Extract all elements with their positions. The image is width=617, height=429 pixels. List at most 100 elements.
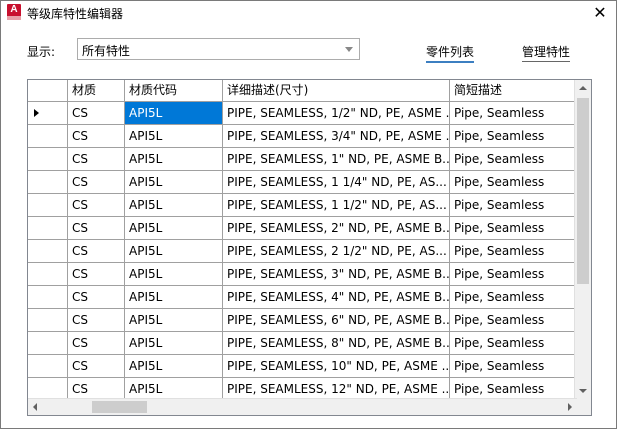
cell-material[interactable]: CS: [68, 286, 125, 309]
row-header[interactable]: [28, 309, 68, 332]
cell-material[interactable]: CS: [68, 309, 125, 332]
vertical-scroll-thumb[interactable]: [577, 98, 589, 284]
horizontal-scrollbar[interactable]: [28, 398, 577, 415]
display-filter-value: 所有特性: [82, 44, 131, 58]
cell-long-description[interactable]: PIPE, SEAMLESS, 1 1/4" ND, PE, AS...: [223, 171, 450, 194]
window-title: 等级库特性编辑器: [27, 7, 124, 21]
cell-short-description[interactable]: Pipe, Seamless: [450, 355, 578, 378]
table-row[interactable]: CS API5L PIPE, SEAMLESS, 1 1/2" ND, PE, AS…: [28, 194, 578, 217]
app-icon-letter: A: [10, 4, 18, 15]
cell-material-code[interactable]: API5L: [125, 355, 223, 378]
cell-material[interactable]: CS: [68, 240, 125, 263]
cell-long-description[interactable]: PIPE, SEAMLESS, 1 1/2" ND, PE, AS...: [223, 194, 450, 217]
cell-short-description[interactable]: Pipe, Seamless: [450, 171, 578, 194]
cell-material[interactable]: CS: [68, 171, 125, 194]
cell-short-description[interactable]: Pipe, Seamless: [450, 309, 578, 332]
cell-long-description[interactable]: PIPE, SEAMLESS, 8" ND, PE, ASME B...: [223, 332, 450, 355]
table-row[interactable]: CS API5L PIPE, SEAMLESS, 1/2" ND, PE, ASME…: [28, 102, 578, 125]
cell-short-description[interactable]: Pipe, Seamless: [450, 217, 578, 240]
cell-material-code[interactable]: API5L: [125, 102, 223, 125]
column-header-short-description[interactable]: 简短描述: [450, 80, 578, 101]
autocad-app-icon: A: [7, 4, 21, 20]
scroll-left-arrow-icon[interactable]: [33, 403, 37, 411]
cell-material[interactable]: CS: [68, 263, 125, 286]
cell-material-code[interactable]: API5L: [125, 240, 223, 263]
cell-material-code[interactable]: API5L: [125, 171, 223, 194]
table-row[interactable]: CS API5L PIPE, SEAMLESS, 3/4" ND, PE, ASME…: [28, 125, 578, 148]
table-row[interactable]: CS API5L PIPE, SEAMLESS, 1 1/4" ND, PE, AS…: [28, 171, 578, 194]
row-header[interactable]: [28, 263, 68, 286]
table-row[interactable]: CS API5L PIPE, SEAMLESS, 3" ND, PE, ASME B…: [28, 263, 578, 286]
cell-long-description[interactable]: PIPE, SEAMLESS, 1/2" ND, PE, ASME ...: [223, 102, 450, 125]
row-header-corner: [28, 80, 68, 101]
cell-material[interactable]: CS: [68, 148, 125, 171]
column-header-material-code[interactable]: 材质代码: [125, 80, 223, 101]
cell-material-code[interactable]: API5L: [125, 263, 223, 286]
table-row[interactable]: CS API5L PIPE, SEAMLESS, 4" ND, PE, ASME B…: [28, 286, 578, 309]
row-header[interactable]: [28, 217, 68, 240]
table-row[interactable]: CS API5L PIPE, SEAMLESS, 1" ND, PE, ASME B…: [28, 148, 578, 171]
display-label: 显示:: [27, 45, 56, 59]
cell-long-description[interactable]: PIPE, SEAMLESS, 4" ND, PE, ASME B...: [223, 286, 450, 309]
cell-material[interactable]: CS: [68, 217, 125, 240]
table-row[interactable]: CS API5L PIPE, SEAMLESS, 2" ND, PE, ASME B…: [28, 217, 578, 240]
scroll-down-arrow-icon[interactable]: [579, 389, 587, 393]
cell-material[interactable]: CS: [68, 102, 125, 125]
parts-list-link[interactable]: 零件列表: [426, 43, 475, 63]
cell-short-description[interactable]: Pipe, Seamless: [450, 148, 578, 171]
cell-long-description[interactable]: PIPE, SEAMLESS, 2" ND, PE, ASME B...: [223, 217, 450, 240]
parts-grid: 材质 材质代码 详细描述(尺寸) 简短描述 CS API5L PIPE, SEAML…: [27, 79, 592, 416]
row-header[interactable]: [28, 171, 68, 194]
row-header[interactable]: [28, 240, 68, 263]
cell-long-description[interactable]: PIPE, SEAMLESS, 3/4" ND, PE, ASME ...: [223, 125, 450, 148]
current-row-pointer-icon: [34, 109, 39, 117]
grid-header: 材质 材质代码 详细描述(尺寸) 简短描述: [28, 80, 578, 102]
row-header[interactable]: [28, 332, 68, 355]
cell-material-code[interactable]: API5L: [125, 194, 223, 217]
cell-long-description[interactable]: PIPE, SEAMLESS, 2 1/2" ND, PE, AS...: [223, 240, 450, 263]
cell-long-description[interactable]: PIPE, SEAMLESS, 1" ND, PE, ASME B...: [223, 148, 450, 171]
cell-short-description[interactable]: Pipe, Seamless: [450, 194, 578, 217]
cell-material[interactable]: CS: [68, 332, 125, 355]
close-icon[interactable]: ✕: [584, 1, 616, 25]
vertical-scrollbar[interactable]: [574, 80, 591, 399]
horizontal-scroll-thumb[interactable]: [92, 401, 147, 413]
cell-long-description[interactable]: PIPE, SEAMLESS, 3" ND, PE, ASME B...: [223, 263, 450, 286]
cell-short-description[interactable]: Pipe, Seamless: [450, 125, 578, 148]
cell-material[interactable]: CS: [68, 355, 125, 378]
scrollbar-corner: [575, 399, 591, 415]
scroll-up-arrow-icon[interactable]: [579, 86, 587, 90]
row-header[interactable]: [28, 148, 68, 171]
scroll-right-arrow-icon[interactable]: [568, 403, 572, 411]
cell-material-code[interactable]: API5L: [125, 217, 223, 240]
chevron-down-icon[interactable]: [345, 47, 353, 52]
title-bar: A 等级库特性编辑器 ✕: [1, 1, 616, 25]
cell-short-description[interactable]: Pipe, Seamless: [450, 332, 578, 355]
cell-material-code[interactable]: API5L: [125, 309, 223, 332]
cell-short-description[interactable]: Pipe, Seamless: [450, 263, 578, 286]
table-row[interactable]: CS API5L PIPE, SEAMLESS, 8" ND, PE, ASME B…: [28, 332, 578, 355]
table-row[interactable]: CS API5L PIPE, SEAMLESS, 10" ND, PE, ASME …: [28, 355, 578, 378]
table-row[interactable]: CS API5L PIPE, SEAMLESS, 2 1/2" ND, PE, AS…: [28, 240, 578, 263]
cell-long-description[interactable]: PIPE, SEAMLESS, 6" ND, PE, ASME B...: [223, 309, 450, 332]
table-row[interactable]: CS API5L PIPE, SEAMLESS, 6" ND, PE, ASME B…: [28, 309, 578, 332]
row-header[interactable]: [28, 355, 68, 378]
row-header[interactable]: [28, 194, 68, 217]
cell-material-code[interactable]: API5L: [125, 286, 223, 309]
display-filter-dropdown[interactable]: 所有特性: [77, 38, 360, 60]
manage-properties-link[interactable]: 管理特性: [522, 43, 571, 62]
cell-material-code[interactable]: API5L: [125, 125, 223, 148]
column-header-long-description[interactable]: 详细描述(尺寸): [223, 80, 450, 101]
cell-short-description[interactable]: Pipe, Seamless: [450, 240, 578, 263]
row-header[interactable]: [28, 286, 68, 309]
cell-material-code[interactable]: API5L: [125, 148, 223, 171]
cell-material-code[interactable]: API5L: [125, 332, 223, 355]
cell-material[interactable]: CS: [68, 125, 125, 148]
cell-material[interactable]: CS: [68, 194, 125, 217]
cell-short-description[interactable]: Pipe, Seamless: [450, 102, 578, 125]
cell-long-description[interactable]: PIPE, SEAMLESS, 10" ND, PE, ASME ...: [223, 355, 450, 378]
cell-short-description[interactable]: Pipe, Seamless: [450, 286, 578, 309]
row-header[interactable]: [28, 102, 68, 125]
row-header[interactable]: [28, 125, 68, 148]
column-header-material[interactable]: 材质: [68, 80, 125, 101]
